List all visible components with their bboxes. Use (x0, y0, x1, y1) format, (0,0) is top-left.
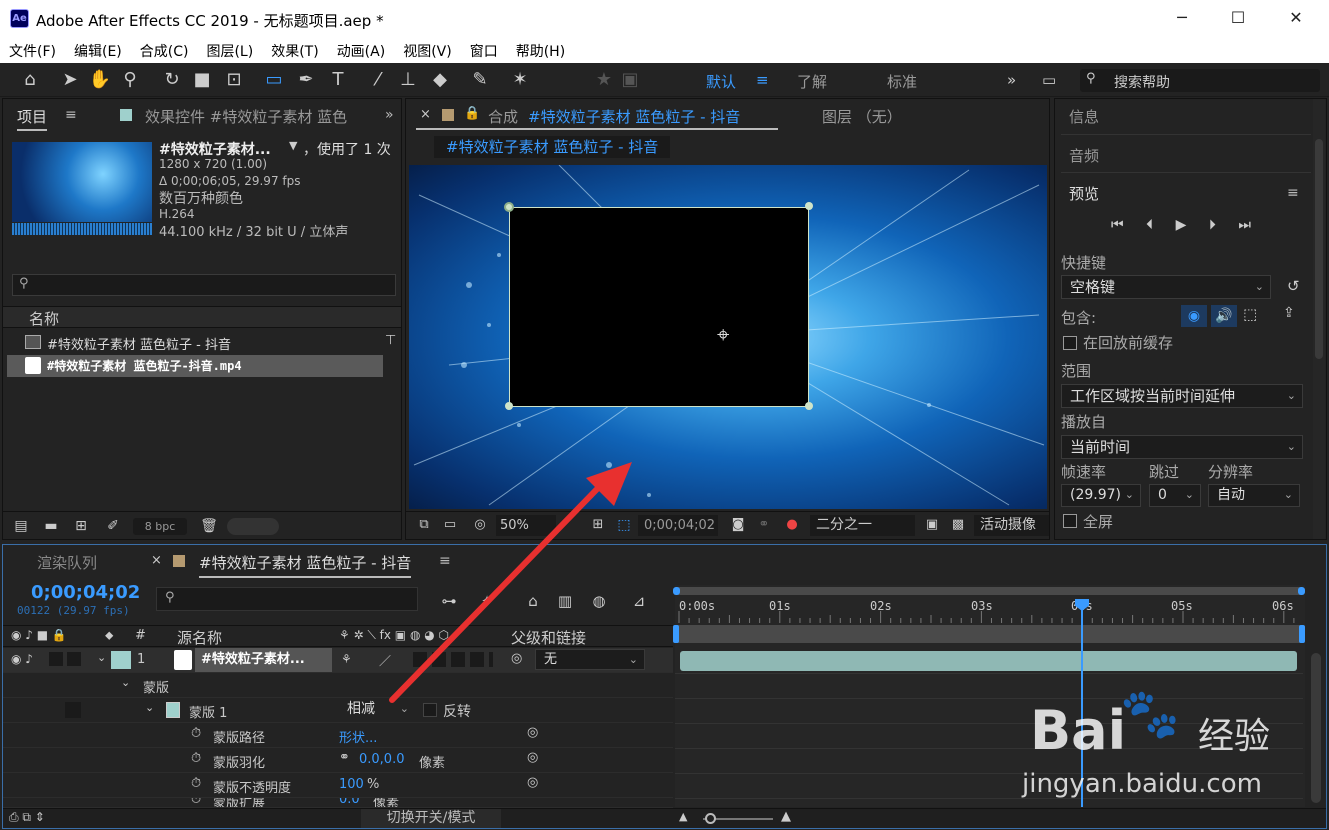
arrow-head (586, 462, 632, 506)
watermark-url: jingyan.baidu.com (1022, 769, 1262, 799)
watermark-brand: Bai (1030, 699, 1127, 762)
baidu-watermark: Bai 🐾 经验 jingyan.baidu.com (1022, 685, 1320, 805)
paw-icon: 🐾 (1120, 686, 1180, 742)
watermark-brand-suffix: 经验 (1198, 716, 1271, 757)
arrow-shaft (389, 483, 603, 703)
